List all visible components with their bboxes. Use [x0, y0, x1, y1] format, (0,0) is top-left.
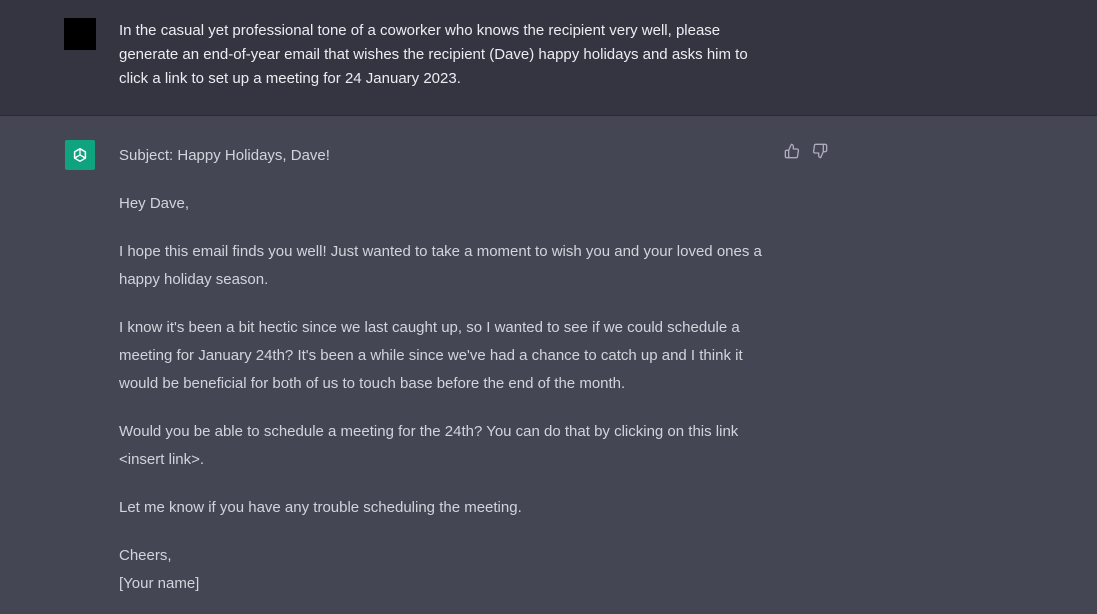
assistant-message-row: Subject: Happy Holidays, Dave! Hey Dave,… [0, 116, 1097, 614]
user-avatar [64, 18, 96, 50]
email-paragraph-3: Would you be able to schedule a meeting … [119, 423, 739, 468]
thumbs-down-icon[interactable] [812, 143, 828, 159]
openai-logo-icon [65, 140, 95, 170]
email-paragraph-1: I hope this email finds you well! Just w… [119, 243, 762, 288]
email-signature: [Your name] [119, 575, 200, 592]
feedback-buttons [784, 143, 828, 159]
user-message-row: In the casual yet professional tone of a… [0, 0, 1097, 116]
email-paragraph-4: Let me know if you have any trouble sche… [119, 499, 522, 516]
email-subject: Subject: Happy Holidays, Dave! [119, 147, 330, 164]
user-message-text: In the casual yet professional tone of a… [119, 22, 748, 87]
assistant-message-body: Subject: Happy Holidays, Dave! Hey Dave,… [119, 142, 779, 598]
email-paragraph-2: I know it's been a bit hectic since we l… [119, 319, 743, 392]
email-greeting: Hey Dave, [119, 195, 190, 212]
thumbs-up-icon[interactable] [784, 143, 800, 159]
email-signoff: Cheers, [119, 547, 172, 564]
